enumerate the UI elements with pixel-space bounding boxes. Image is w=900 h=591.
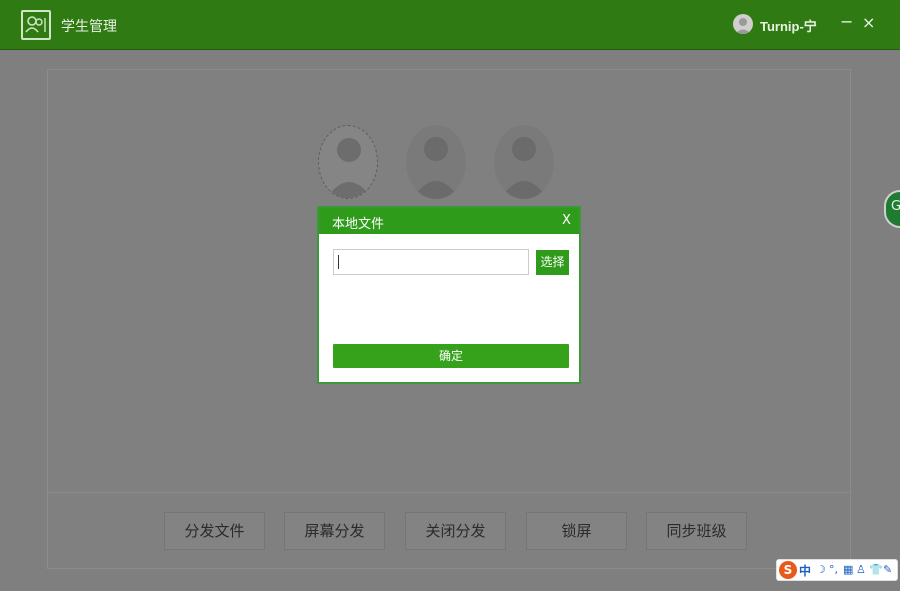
ime-logo-icon[interactable]: S xyxy=(779,561,797,579)
screen-broadcast-button[interactable]: 屏幕分发 xyxy=(284,512,385,550)
sync-class-button[interactable]: 同步班级 xyxy=(646,512,747,550)
title-bar: 学生管理 Turnip-宁 − × xyxy=(0,0,900,50)
ime-tools-icon[interactable]: ✎ xyxy=(883,563,892,576)
ime-moon-icon[interactable]: ☽ xyxy=(816,563,826,576)
choose-file-button[interactable]: 选择 xyxy=(536,250,569,275)
dialog-header: 本地文件 X xyxy=(319,208,579,234)
ime-user-icon[interactable]: ♙ xyxy=(856,563,866,576)
app-title: 学生管理 xyxy=(61,19,117,35)
text-caret xyxy=(338,255,339,269)
minimize-button[interactable]: − xyxy=(840,12,853,31)
user-avatar-icon[interactable] xyxy=(733,14,753,34)
app-logo-icon xyxy=(21,10,51,40)
stop-broadcast-button[interactable]: 关闭分发 xyxy=(405,512,506,550)
ime-keyboard-icon[interactable]: ▦ xyxy=(843,563,853,576)
dialog-close-button[interactable]: X xyxy=(562,213,571,228)
user-name[interactable]: Turnip-宁 xyxy=(760,16,817,35)
student-avatar-icon[interactable] xyxy=(318,125,378,199)
local-file-dialog: 本地文件 X 选择 确定 xyxy=(317,206,581,384)
lock-screen-button[interactable]: 锁屏 xyxy=(526,512,627,550)
close-window-button[interactable]: × xyxy=(862,13,875,32)
dialog-title: 本地文件 xyxy=(332,217,385,232)
ime-mode-toggle[interactable]: 中 xyxy=(799,562,811,579)
ime-toolbar: S 中 ☽ °, ▦ ♙ 👕 ✎ xyxy=(776,559,898,581)
student-avatar-icon[interactable] xyxy=(494,125,554,199)
confirm-button[interactable]: 确定 xyxy=(333,344,569,368)
side-tab[interactable]: G xyxy=(884,190,900,228)
ime-skin-icon[interactable]: 👕 xyxy=(869,563,883,576)
student-avatar-icon[interactable] xyxy=(406,125,466,199)
side-tab-label: G xyxy=(891,199,900,214)
panel-divider xyxy=(47,492,851,493)
distribute-file-button[interactable]: 分发文件 xyxy=(164,512,265,550)
file-path-input[interactable] xyxy=(333,249,529,275)
ime-punct-icon[interactable]: °, xyxy=(829,563,838,576)
